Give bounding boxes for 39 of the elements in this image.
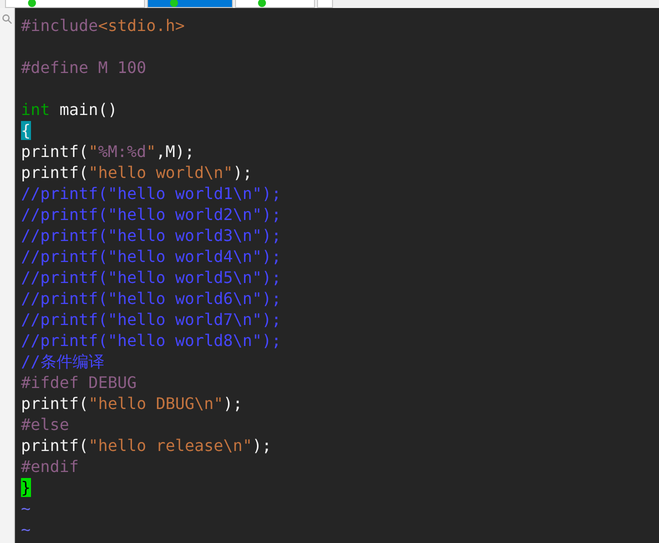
- status-dot-icon: [28, 0, 36, 7]
- code-token: #else: [21, 415, 70, 434]
- code-token: //printf("hello world1\n");: [21, 184, 282, 203]
- code-token: //printf("hello world4\n");: [21, 247, 282, 266]
- empty-line-marker: ~: [21, 520, 31, 539]
- status-dot-icon: [258, 0, 266, 7]
- code-token: #ifdef DEBUG: [21, 373, 137, 392]
- code-token: );: [252, 436, 272, 455]
- code-token: main(): [58, 100, 118, 119]
- code-token: //printf("hello world5\n");: [21, 268, 282, 287]
- status-dot-icon: [170, 0, 178, 7]
- matched-brace: {: [21, 121, 31, 140]
- empty-line-marker: ~: [21, 499, 31, 518]
- code-token: printf(: [21, 163, 88, 182]
- code-token: ,M);: [156, 142, 194, 161]
- search-icon: [2, 14, 12, 24]
- code-token: printf(: [21, 436, 88, 455]
- code-token: printf(: [21, 142, 88, 161]
- code-token: int: [21, 100, 50, 119]
- code-token: //printf("hello world8\n");: [21, 331, 282, 350]
- code-token: "hello DBUG\n": [88, 394, 224, 413]
- code-token: #endif: [21, 457, 79, 476]
- code-token: #include: [21, 16, 98, 35]
- code-token: ": [146, 142, 156, 161]
- cursor: }: [21, 478, 31, 497]
- code-token: //printf("hello world6\n");: [21, 289, 282, 308]
- code-token: %M:%d: [98, 142, 146, 161]
- code-token: //printf("hello world7\n");: [21, 310, 282, 329]
- code-token: //printf("hello world3\n");: [21, 226, 282, 245]
- code-token: ": [88, 142, 98, 161]
- code-token: "hello world\n": [88, 163, 233, 182]
- code-token: //条件编译: [21, 352, 104, 371]
- code-token: "hello release\n": [88, 436, 252, 455]
- code-token: printf(: [21, 394, 88, 413]
- code-token: );: [232, 163, 252, 182]
- code-token: <stdio.h>: [98, 16, 185, 35]
- code-token: #define M 100: [21, 58, 146, 77]
- code-token: );: [223, 394, 243, 413]
- code-token: //printf("hello world2\n");: [21, 205, 282, 224]
